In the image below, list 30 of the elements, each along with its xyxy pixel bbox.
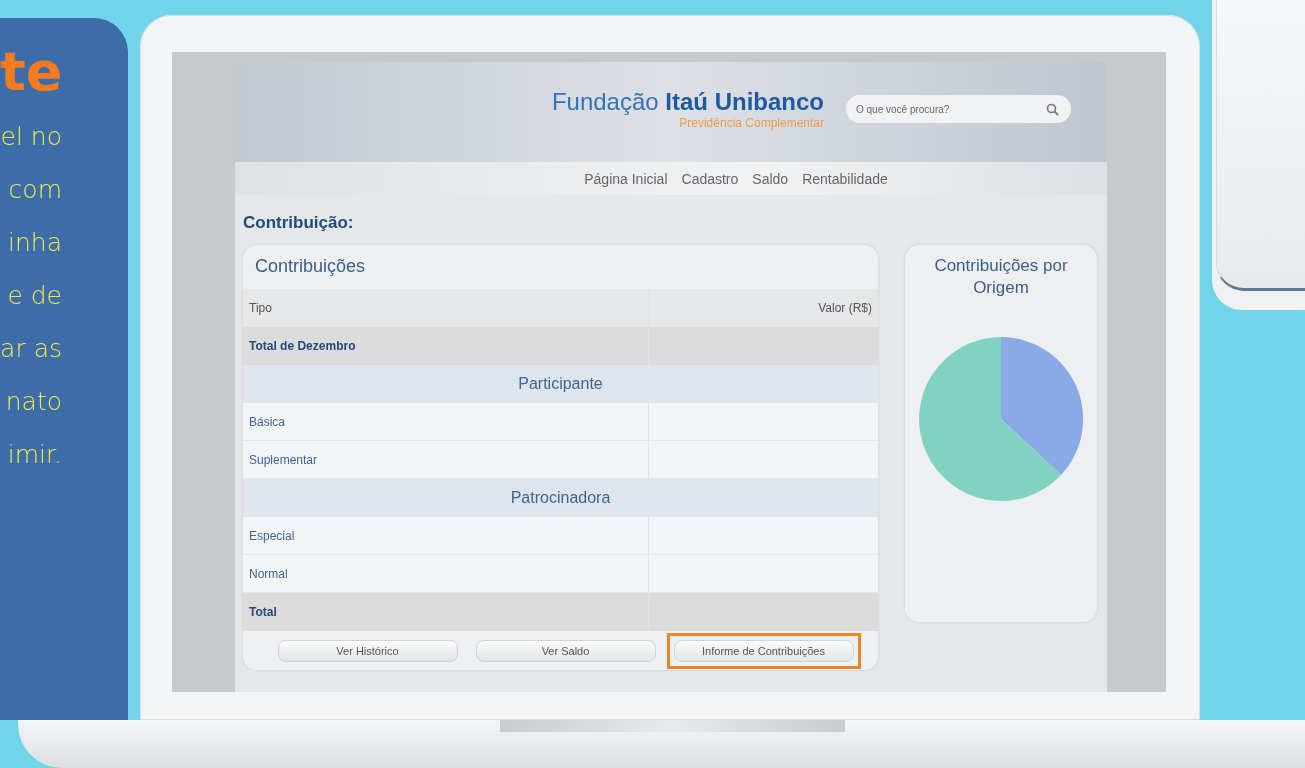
nav-link[interactable]: Página Inicial bbox=[584, 170, 668, 187]
action-button[interactable]: Ver Saldo bbox=[475, 640, 656, 662]
side-text-line: ar as bbox=[0, 333, 62, 365]
nav-link[interactable]: Cadastro bbox=[681, 170, 739, 187]
table-cell: Básica bbox=[243, 403, 649, 440]
nav-link[interactable]: Rentabilidade bbox=[802, 170, 888, 187]
table-section-cell: Participante bbox=[518, 375, 603, 393]
side-text-line: nato bbox=[4, 386, 62, 418]
side-text-line: com bbox=[7, 174, 62, 206]
search-field[interactable]: O que você procura? bbox=[846, 95, 1071, 123]
logo-text: Fundação Itaú Unibanco bbox=[551, 88, 824, 116]
side-text-line: imir. bbox=[6, 439, 62, 471]
page-title: Contribuição: bbox=[243, 213, 355, 233]
logo-subtitle: Previdência Complementar bbox=[678, 116, 824, 130]
table-cell: Especial bbox=[243, 517, 649, 554]
side-heading: te bbox=[0, 40, 62, 104]
side-text-line: e de bbox=[6, 280, 62, 312]
table-cell: Normal bbox=[243, 555, 649, 592]
action-button[interactable]: Ver Histórico bbox=[277, 640, 458, 662]
side-text-line: el no bbox=[0, 121, 62, 153]
table-cell: Total bbox=[243, 593, 649, 631]
action-button[interactable]: Informe de Contribuições bbox=[673, 640, 854, 662]
chart-title: Contribuições por Origem bbox=[933, 255, 1069, 299]
search-icon[interactable] bbox=[1046, 103, 1059, 116]
nav-link[interactable]: Saldo bbox=[752, 170, 789, 187]
table-cell-text: Valor (R$) bbox=[817, 301, 873, 315]
side-text-line: inha bbox=[7, 227, 62, 259]
card-title: Contribuições bbox=[254, 255, 367, 278]
table-cell: Suplementar bbox=[243, 441, 649, 478]
table-section-cell: Patrocinadora bbox=[510, 489, 611, 507]
